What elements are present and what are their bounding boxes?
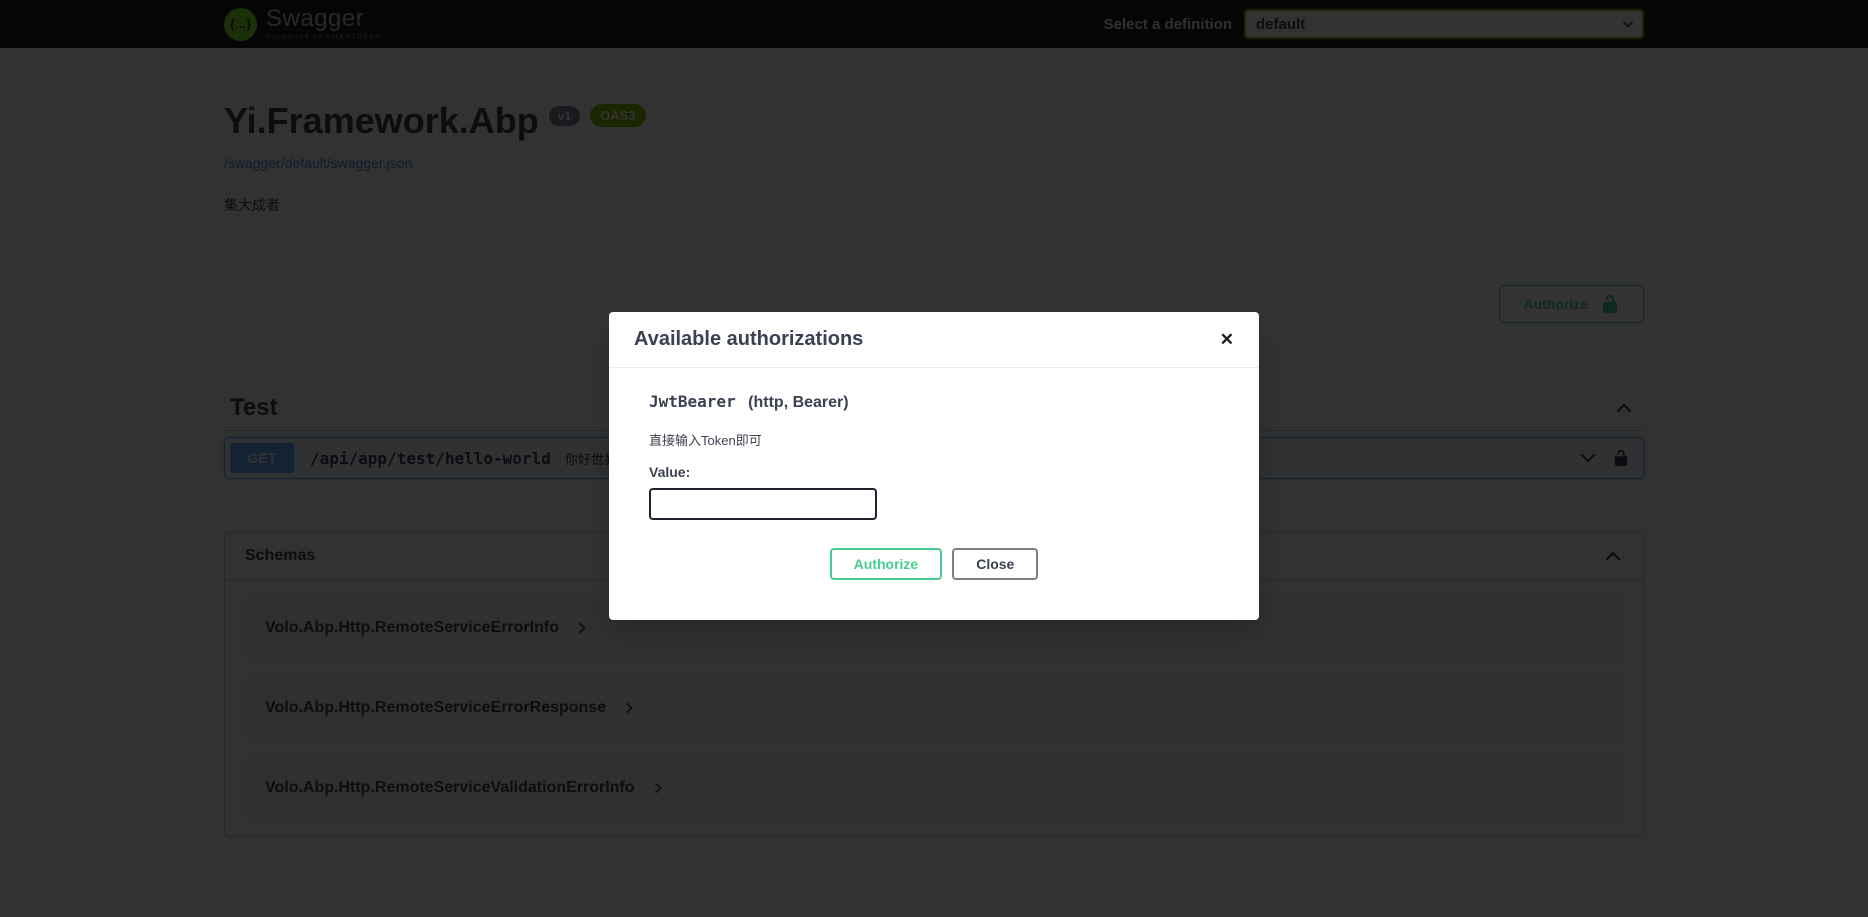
token-value-input[interactable]	[649, 488, 877, 520]
auth-scheme-description: 直接输入Token即可	[649, 430, 1219, 449]
authorizations-modal: Available authorizations ✕ JwtBearer (ht…	[609, 312, 1259, 620]
auth-scheme-type: (http, Bearer)	[748, 394, 848, 411]
value-label: Value:	[649, 464, 1219, 480]
close-icon[interactable]: ✕	[1220, 331, 1234, 348]
modal-title: Available authorizations	[634, 328, 863, 351]
auth-scheme-name: JwtBearer	[649, 392, 736, 411]
modal-close-button[interactable]: Close	[952, 548, 1038, 580]
modal-authorize-button[interactable]: Authorize	[830, 548, 943, 580]
